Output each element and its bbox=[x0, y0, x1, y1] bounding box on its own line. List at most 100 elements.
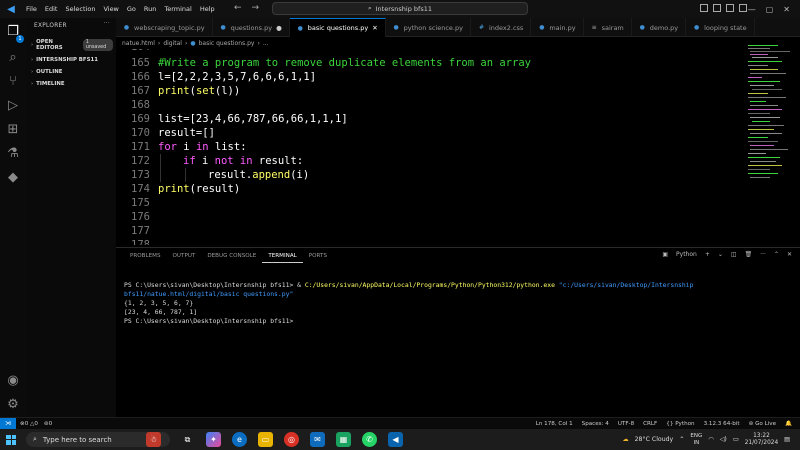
toggle-sidebar-icon[interactable] bbox=[700, 4, 708, 12]
windows-start-button[interactable] bbox=[0, 429, 22, 450]
extensions-icon[interactable]: ⊞ bbox=[5, 122, 21, 138]
menu-selection[interactable]: Selection bbox=[61, 5, 99, 13]
timeline-section[interactable]: › TIMELINE bbox=[26, 78, 116, 90]
open-editors-section[interactable]: › OPEN EDITORS 1 unsaved bbox=[26, 36, 116, 54]
language-mode[interactable]: {} Python bbox=[666, 421, 694, 427]
maximize-icon[interactable]: ▢ bbox=[766, 5, 774, 14]
close-panel-icon[interactable]: ✕ bbox=[787, 251, 792, 258]
customize-layout-icon[interactable] bbox=[739, 4, 747, 12]
tab-python-science[interactable]: ● python science.py bbox=[386, 18, 471, 37]
toggle-panel-icon[interactable] bbox=[713, 4, 721, 12]
whatsapp-icon[interactable]: ✆ bbox=[362, 432, 377, 447]
chevron-up-icon[interactable]: ⌃ bbox=[774, 251, 779, 258]
status-right: Ln 178, Col 1 Spaces: 4 UTF-8 CRLF {} Py… bbox=[536, 421, 792, 427]
code-line: 166 l=[2,2,2,3,5,7,6,6,6,1,1] bbox=[116, 70, 746, 84]
notification-center-icon[interactable]: ▤ bbox=[784, 436, 790, 443]
breadcrumb-folder[interactable]: natue.html bbox=[122, 40, 155, 47]
tab-demo[interactable]: ● demo.py bbox=[632, 18, 687, 37]
code-editor[interactable]: 164 165 #Write a program to remove duplic… bbox=[116, 49, 746, 245]
tab-ports[interactable]: PORTS bbox=[303, 250, 333, 262]
outline-section[interactable]: › OUTLINE bbox=[26, 66, 116, 78]
more-actions-icon[interactable]: ··· bbox=[760, 251, 766, 258]
testing-icon[interactable]: ⚗ bbox=[5, 146, 21, 162]
minimize-icon[interactable]: — bbox=[748, 5, 756, 14]
input-language[interactable]: ENG IN bbox=[690, 433, 702, 447]
wifi-icon[interactable]: ◠ bbox=[708, 436, 713, 443]
store-icon[interactable]: ▦ bbox=[336, 432, 351, 447]
python-interpreter[interactable]: 3.12.3 64-bit bbox=[704, 421, 740, 427]
edge-browser-icon[interactable]: e bbox=[232, 432, 247, 447]
minimap-line bbox=[750, 51, 790, 52]
layout-controls bbox=[700, 4, 747, 12]
file-encoding[interactable]: UTF-8 bbox=[618, 421, 634, 427]
run-debug-icon[interactable]: ▷ bbox=[5, 98, 21, 114]
settings-gear-icon[interactable]: ⚙ bbox=[5, 397, 21, 413]
notifications-bell-icon[interactable]: 🔔 bbox=[785, 421, 792, 427]
source-control-icon[interactable]: ⑂ bbox=[5, 74, 21, 90]
search-view-icon[interactable]: ⌕ bbox=[5, 50, 21, 66]
menu-help[interactable]: Help bbox=[196, 5, 219, 13]
command-center[interactable]: ⌕ Intersnship bfs11 bbox=[272, 2, 528, 15]
tab-label: main.py bbox=[549, 23, 576, 32]
close-tab-icon[interactable]: ✕ bbox=[372, 24, 377, 32]
line-ending[interactable]: CRLF bbox=[643, 421, 657, 427]
tab-index2-css[interactable]: # index2.css bbox=[471, 18, 532, 37]
tab-questions[interactable]: ● questions.py ● bbox=[213, 18, 290, 37]
trash-icon[interactable]: 🗑 bbox=[745, 251, 753, 258]
system-clock[interactable]: 13:22 21/07/2024 bbox=[745, 433, 778, 447]
breadcrumb-file[interactable]: basic questions.py bbox=[199, 40, 255, 47]
tab-main[interactable]: ● main.py bbox=[531, 18, 584, 37]
close-icon[interactable]: ✕ bbox=[783, 5, 790, 14]
tab-terminal[interactable]: TERMINAL bbox=[262, 250, 303, 263]
chevron-right-icon: › bbox=[31, 42, 34, 48]
menu-view[interactable]: View bbox=[99, 5, 122, 13]
mail-icon[interactable]: ✉ bbox=[310, 432, 325, 447]
ports-status[interactable]: ⊚0 bbox=[44, 421, 52, 427]
terminal-shell-label[interactable]: Python bbox=[676, 251, 697, 258]
split-terminal-icon[interactable]: ◫ bbox=[731, 251, 737, 258]
more-actions-icon[interactable]: ··· bbox=[104, 21, 110, 27]
minimap[interactable] bbox=[746, 37, 800, 247]
menu-edit[interactable]: Edit bbox=[41, 5, 62, 13]
tab-webscraping-topic[interactable]: ● webscraping_topic.py bbox=[116, 18, 213, 37]
battery-icon[interactable]: ▭ bbox=[733, 436, 739, 443]
terminal-output[interactable]: PS C:\Users\sivan\Desktop\Intersnship bf… bbox=[124, 281, 754, 326]
chrome-browser-icon[interactable]: ◎ bbox=[284, 432, 299, 447]
breadcrumb-folder[interactable]: digital bbox=[163, 40, 182, 47]
go-live-button[interactable]: ⊚ Go Live bbox=[749, 421, 776, 427]
breadcrumb-symbol[interactable]: ... bbox=[263, 40, 269, 47]
weather-label[interactable]: 28°C Cloudy bbox=[635, 436, 674, 443]
chevron-up-icon[interactable]: ⌃ bbox=[679, 436, 684, 443]
cursor-position[interactable]: Ln 178, Col 1 bbox=[536, 421, 573, 427]
toggle-secondary-sidebar-icon[interactable] bbox=[726, 4, 734, 12]
file-explorer-icon[interactable]: ▭ bbox=[258, 432, 273, 447]
menu-go[interactable]: Go bbox=[123, 5, 140, 13]
tab-debug-console[interactable]: DEBUG CONSOLE bbox=[201, 250, 262, 262]
new-terminal-icon[interactable]: + bbox=[705, 251, 710, 258]
chevron-down-icon[interactable]: ⌄ bbox=[718, 251, 723, 258]
remote-indicator-icon[interactable]: ⋊ bbox=[0, 417, 16, 430]
account-icon[interactable]: ◉ bbox=[5, 373, 21, 389]
menu-run[interactable]: Run bbox=[140, 5, 160, 13]
copilot-icon[interactable]: ✦ bbox=[206, 432, 221, 447]
explorer-icon[interactable]: ❐ 1 bbox=[5, 24, 24, 43]
tab-looping-state[interactable]: ● looping state bbox=[686, 18, 755, 37]
indentation-setting[interactable]: Spaces: 4 bbox=[582, 421, 609, 427]
tab-problems[interactable]: PROBLEMS bbox=[124, 250, 167, 262]
back-arrow-icon[interactable]: ← bbox=[234, 3, 242, 13]
menu-terminal[interactable]: Terminal bbox=[160, 5, 195, 13]
workspace-section[interactable]: › INTERSNSHIP BFS11 bbox=[26, 54, 116, 66]
minimap-line bbox=[748, 45, 778, 46]
search-highlight-icon[interactable]: ☃ bbox=[146, 432, 161, 447]
volume-icon[interactable]: ◁) bbox=[720, 436, 727, 443]
problems-status[interactable]: ⊗0 △0 bbox=[20, 421, 38, 427]
python-icon[interactable]: ◆ bbox=[5, 170, 21, 186]
forward-arrow-icon[interactable]: → bbox=[252, 3, 260, 13]
tab-basic-questions[interactable]: ● basic questions.py ✕ bbox=[289, 18, 386, 37]
vscode-taskbar-icon[interactable]: ◀ bbox=[388, 432, 403, 447]
tab-sairam[interactable]: ≡ sairam bbox=[584, 18, 632, 37]
tab-output[interactable]: OUTPUT bbox=[167, 250, 202, 262]
task-view-icon[interactable]: ⧉ bbox=[180, 432, 195, 447]
menu-file[interactable]: File bbox=[22, 5, 41, 13]
line-number: 176 bbox=[131, 211, 150, 223]
